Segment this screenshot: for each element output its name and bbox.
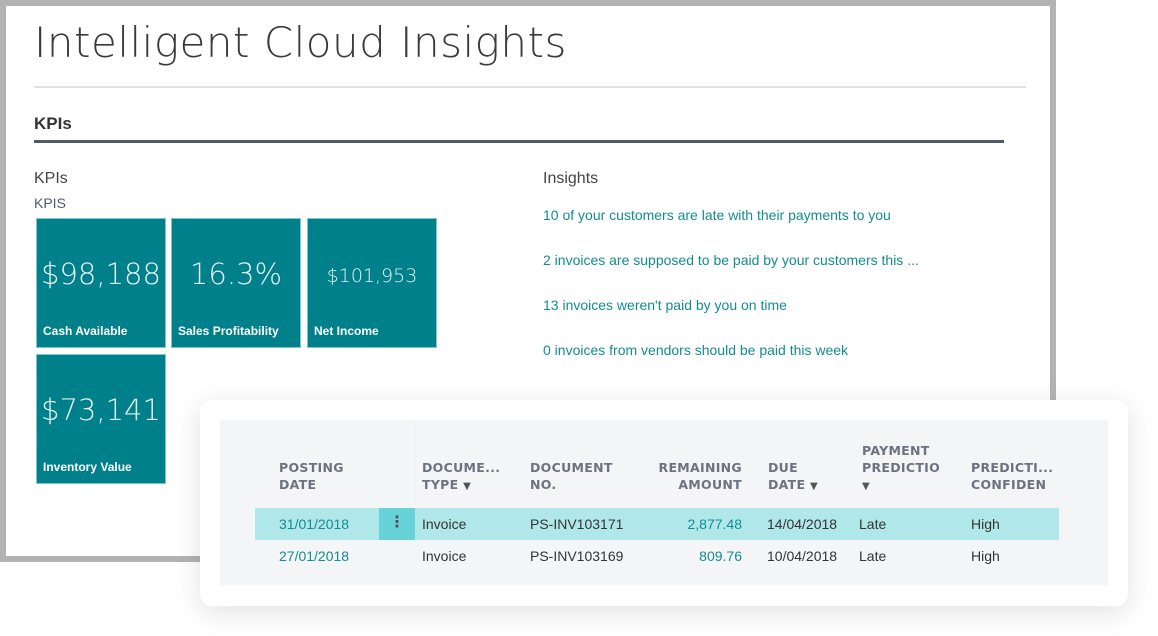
header-line: REMAINING [658,460,742,475]
cell-posting-date[interactable]: 27/01/2018 [279,548,349,564]
cell-prediction-confidence: High [971,516,1000,532]
kpi-value: $101,953 [326,265,418,287]
insight-link[interactable]: 2 invoices are supposed to be paid by yo… [543,252,919,268]
column-header-prediction-confidence[interactable]: PREDICTI... CONFIDEN [971,459,1053,493]
header-line: TYPE [422,477,459,492]
column-header-document-type[interactable]: DOCUME... TYPE ▼ [422,459,500,495]
cell-prediction-confidence: High [971,548,1000,564]
column-header-document-no[interactable]: DOCUMENT NO. [530,459,613,493]
kpi-label: Net Income [314,324,379,338]
kpi-tile-net-income[interactable]: $101,953 Net Income [307,218,437,348]
filter-icon[interactable]: ▼ [810,481,818,492]
header-line: PAYMENT [862,443,930,458]
header-line: PREDICTIO [862,460,941,475]
kpi-label: Cash Available [43,324,128,338]
header-line: DOCUMENT [530,460,613,475]
cell-document-type: Invoice [422,548,467,564]
header-line: PREDICTI... [971,460,1053,475]
kpis-link[interactable]: KPIS [34,195,66,211]
cell-payment-prediction: Late [859,516,887,532]
insight-link[interactable]: 10 of your customers are late with their… [543,207,891,223]
column-header-posting-date[interactable]: POSTING DATE [279,459,344,493]
cell-remaining-amount[interactable]: 809.76 [650,548,742,564]
cell-document-type: Invoice [422,516,467,532]
cell-payment-prediction: Late [859,548,887,564]
insights-caption: Insights [543,170,599,187]
column-header-remaining-amount[interactable]: REMAINING AMOUNT [650,459,742,493]
kpis-caption: KPIs [34,170,68,187]
section-title-kpis[interactable]: KPIs [34,114,72,134]
cell-document-no: PS-INV103169 [530,548,624,564]
header-line: DATE [768,477,806,492]
header-line: CONFIDEN [971,477,1047,492]
column-header-payment-prediction[interactable]: PAYMENT PREDICTIO ▼ [862,442,940,495]
header-line: NO. [530,477,557,492]
payment-prediction-card: POSTING DATE DOCUME... TYPE ▼ DOCUMENT N… [200,400,1128,606]
cell-remaining-amount[interactable]: 2,877.48 [650,516,743,532]
kpi-tile-sales-profitability[interactable]: 16.3% Sales Profitability [171,218,301,348]
prediction-table: POSTING DATE DOCUME... TYPE ▼ DOCUMENT N… [220,420,1108,585]
kpi-tile-cash-available[interactable]: $98,188 Cash Available [36,218,166,348]
filter-icon[interactable]: ▼ [862,481,870,492]
kpi-tile-inventory-value[interactable]: $73,141 Inventory Value [36,354,166,484]
section-underline [34,140,1004,143]
header-line: POSTING [279,460,344,475]
column-header-due-date[interactable]: DUE DATE ▼ [768,459,818,495]
insight-link[interactable]: 13 invoices weren't paid by you on time [543,297,787,313]
header-line: DUE [768,460,798,475]
kpi-value: $73,141 [41,393,161,427]
filter-icon[interactable]: ▼ [463,481,471,492]
kpi-label: Sales Profitability [178,324,279,338]
insight-link[interactable]: 0 invoices from vendors should be paid t… [543,342,848,358]
header-line: AMOUNT [678,477,742,492]
table-row[interactable]: 27/01/2018 Invoice PS-INV103169 809.76 1… [255,540,1059,572]
title-divider [34,86,1026,88]
page-title: Intelligent Cloud Insights [34,18,567,67]
kpi-value: 16.3% [189,257,283,291]
header-line: DATE [279,477,317,492]
kpi-value: $98,188 [41,257,161,291]
header-line: DOCUME... [422,460,501,475]
cell-document-no: PS-INV103171 [530,516,624,532]
table-row-selected[interactable]: 31/01/2018 ⋮ Invoice PS-INV103171 2,877.… [255,508,1059,540]
kpi-label: Inventory Value [43,460,132,474]
row-menu-icon[interactable]: ⋮ [379,508,415,540]
cell-posting-date[interactable]: 31/01/2018 [279,516,349,532]
column-separator [414,420,415,505]
cell-due-date: 14/04/2018 [767,516,838,532]
cell-due-date: 10/04/2018 [767,548,838,564]
